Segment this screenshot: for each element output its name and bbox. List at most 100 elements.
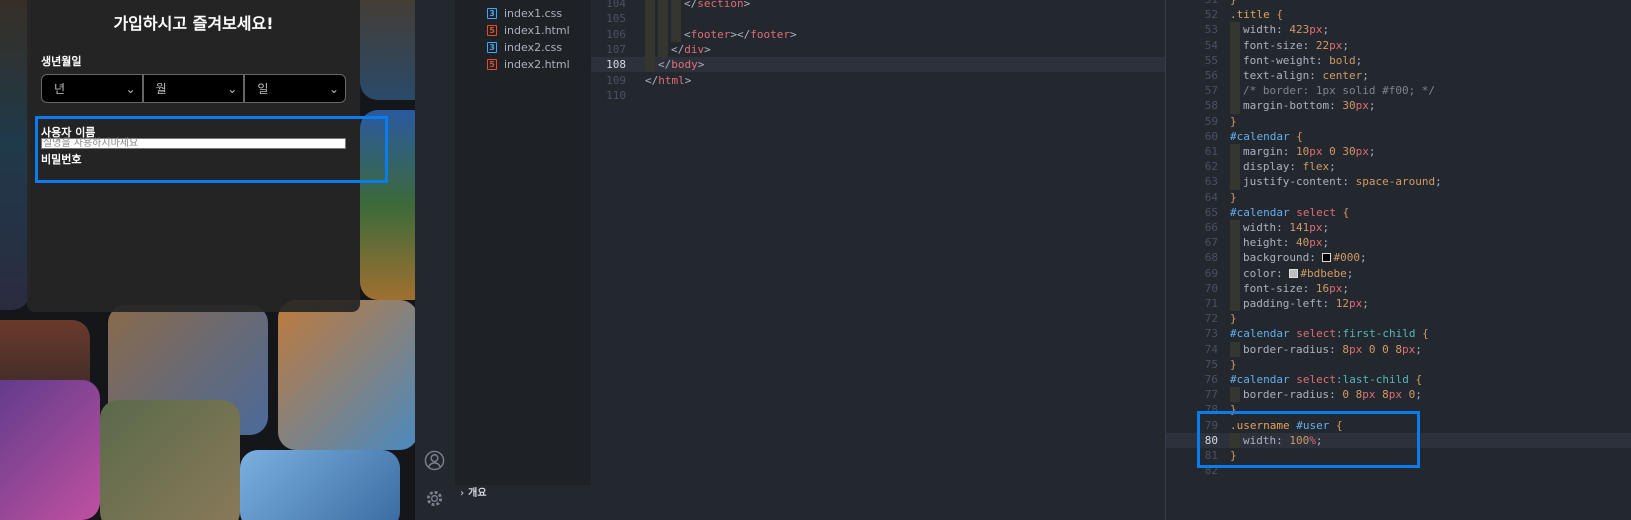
browser-preview: 가입하시고 즐겨보세요! 생년월일 년 ⌄ 월 ⌄ 일 ⌄ 사용자 이름 실명을 사용… <box>0 0 415 520</box>
indent-guide <box>1230 98 1240 114</box>
line-number: 52 <box>1204 8 1218 22</box>
code-token: ; <box>1362 297 1369 310</box>
code-token: ; <box>1368 145 1376 158</box>
code-token: font-size: <box>1243 281 1316 295</box>
code-token: ; <box>1346 266 1354 280</box>
code-token: flex <box>1302 160 1330 174</box>
line-number: 110 <box>606 88 626 102</box>
indent-guide <box>1230 250 1240 266</box>
code-line: color: #bdbebe; <box>1243 267 1353 280</box>
month-select[interactable]: 월 ⌄ <box>142 74 245 103</box>
birthdate-selects: 년 ⌄ 월 ⌄ 일 ⌄ <box>41 74 347 103</box>
code-token: section <box>697 0 744 10</box>
indent-guide <box>645 0 655 12</box>
line-number: 76 <box>1204 373 1218 386</box>
code-token: border-radius: <box>1243 342 1343 356</box>
line-number: 74 <box>1204 342 1218 356</box>
line-number: 64 <box>1204 190 1218 204</box>
code-token: </ <box>671 42 685 56</box>
indent-guide <box>645 11 655 27</box>
color-swatch-icon[interactable] <box>1289 268 1299 278</box>
code-line: border-radius: 0 8px 8px 0; <box>1243 388 1422 401</box>
indent-guide <box>658 41 668 58</box>
signup-title: 가입하시고 즐겨보세요! <box>113 14 274 33</box>
file-item[interactable]: 3 index1.css <box>487 5 562 21</box>
code-token: } <box>1230 190 1237 204</box>
year-select[interactable]: 년 ⌄ <box>41 74 143 103</box>
color-swatch-icon[interactable] <box>1322 253 1332 263</box>
indent-guide <box>1230 265 1240 281</box>
html-file-icon: 5 <box>487 24 497 36</box>
code-token: { <box>1269 8 1283 22</box>
code-token: font-size: <box>1243 38 1316 52</box>
indent-guide <box>1230 280 1240 296</box>
code-token: < <box>684 27 691 41</box>
indent-guide <box>1230 220 1240 236</box>
line-number: 68 <box>1204 251 1218 265</box>
account-icon[interactable] <box>424 450 445 471</box>
code-line: </body> <box>658 58 704 71</box>
code-line: justify-content: space-around; <box>1243 175 1442 188</box>
code-token: /* border: 1px solid #f00; */ <box>1243 84 1436 98</box>
code-token: .title <box>1230 8 1270 22</box>
code-token: } <box>1230 312 1237 326</box>
file-item[interactable]: 5 index1.html <box>487 22 570 38</box>
code-token: display: <box>1243 160 1303 174</box>
code-token: 8 <box>1342 342 1349 356</box>
gear-icon[interactable] <box>424 488 445 509</box>
code-token: ; <box>1415 388 1422 402</box>
code-token: html <box>658 73 685 87</box>
code-token: select <box>1289 205 1336 219</box>
code-token: 0 <box>1342 388 1356 402</box>
code-line: font-size: 16px; <box>1243 282 1349 295</box>
file-tree <box>455 0 591 485</box>
indent-guide <box>645 41 655 58</box>
indent-guide <box>671 26 681 42</box>
file-item[interactable]: 5 index2.html <box>487 56 570 72</box>
code-token: ; <box>1415 342 1422 356</box>
code-token: { <box>1408 373 1423 386</box>
file-item[interactable]: 3 index2.css <box>487 39 562 55</box>
code-token: 8 <box>1382 388 1389 402</box>
code-token: width: <box>1243 221 1290 234</box>
outline-section[interactable]: › 개요 <box>460 484 487 499</box>
file-name: index2.html <box>504 57 570 71</box>
indent-guide <box>1230 83 1240 99</box>
code-token: ; <box>1359 251 1367 265</box>
line-number: 71 <box>1204 297 1218 310</box>
code-token: bold <box>1329 53 1356 67</box>
file-name: index2.css <box>504 40 563 54</box>
line-number: 53 <box>1204 23 1218 37</box>
code-token: > <box>697 58 705 72</box>
code-token: px <box>1309 23 1323 37</box>
code-token: </ <box>658 58 672 72</box>
code-token: ; <box>1322 23 1330 37</box>
month-select-value: 월 <box>155 82 167 96</box>
code-line: margin: 10px 0 30px; <box>1243 145 1375 158</box>
line-number: 105 <box>606 12 626 26</box>
highlight-box-css <box>1197 411 1420 468</box>
code-token: div <box>684 42 705 56</box>
html-editor[interactable]: 104 </section> 105 106 <footer></footer> 107 <… <box>591 0 1181 520</box>
code-line: #calendar select { <box>1230 206 1349 219</box>
code-token: > <box>704 42 711 56</box>
code-token: 10 <box>1295 145 1310 158</box>
line-number: 66 <box>1204 221 1218 234</box>
day-select[interactable]: 일 ⌄ <box>244 74 347 103</box>
indent-guide <box>1230 22 1240 38</box>
line-number: 55 <box>1204 53 1218 67</box>
code-token: px <box>1309 236 1323 250</box>
line-number: 73 <box>1204 327 1218 341</box>
code-token: ></ <box>730 27 751 41</box>
indent-guide <box>658 0 668 12</box>
code-line: } <box>1230 115 1237 128</box>
outline-label: 개요 <box>468 488 487 499</box>
code-token: { <box>1335 205 1350 219</box>
birthdate-label: 생년월일 <box>41 55 82 68</box>
code-line: background: #000; <box>1243 251 1367 264</box>
code-token: 30 <box>1342 145 1356 158</box>
code-line: <footer></footer> <box>684 28 797 41</box>
code-token: border-radius: <box>1243 388 1343 402</box>
code-token: 8 <box>1395 342 1402 356</box>
line-number: 75 <box>1204 357 1218 371</box>
